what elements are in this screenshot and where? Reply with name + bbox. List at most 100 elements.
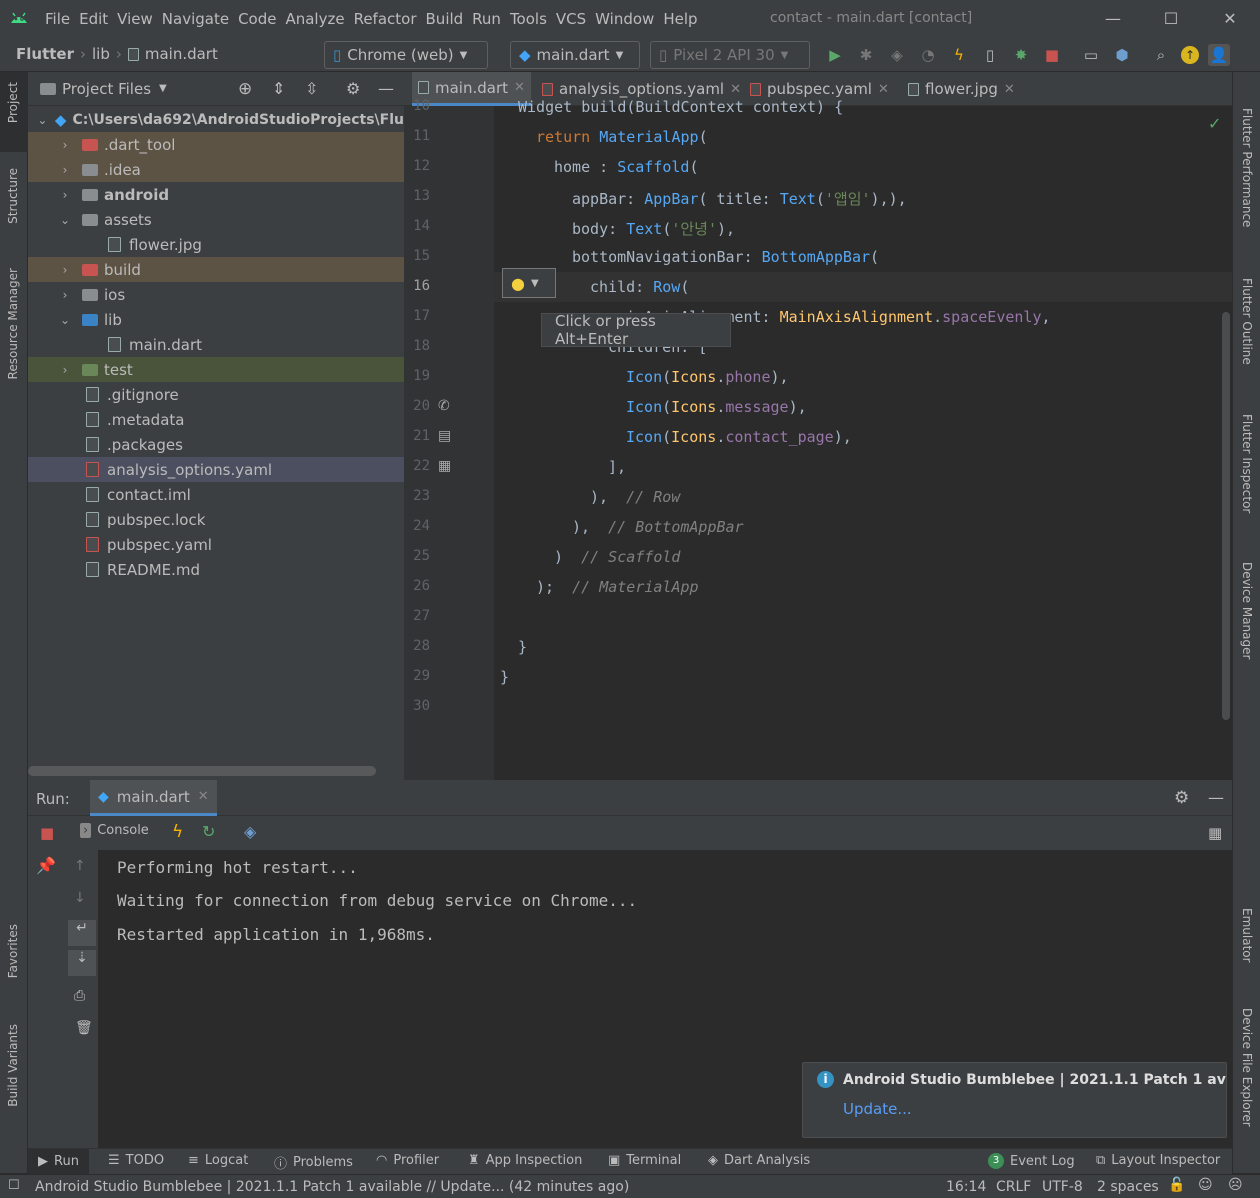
up-arrow-icon[interactable]: ↑ (74, 858, 86, 874)
terminal-tool-tab[interactable]: ▣ Terminal (608, 1153, 681, 1168)
trash-icon[interactable]: 🗑 (75, 1020, 93, 1036)
expand-all-icon[interactable]: ⇕ (272, 79, 285, 98)
layout-inspector-tool-tab[interactable]: ⧉ Layout Inspector (1096, 1153, 1220, 1168)
tree-item-ios[interactable]: › ios (28, 282, 404, 307)
maximize-icon[interactable]: ☐ (1158, 6, 1184, 32)
event-log-tool-tab[interactable]: 3 Event Log (988, 1153, 1075, 1169)
hide-icon[interactable]: — (378, 79, 394, 98)
tree-item-build[interactable]: › build (28, 257, 404, 282)
update-icon[interactable]: ↑ (1181, 46, 1199, 64)
hide-icon[interactable]: — (1208, 788, 1224, 807)
menu-file[interactable]: File (44, 10, 78, 28)
tree-item-flower-jpg[interactable]: flower.jpg (28, 232, 404, 257)
hot-reload-icon[interactable]: ϟ (948, 44, 970, 66)
smile-icon[interactable]: ☺ (1198, 1177, 1213, 1193)
dart-analysis-tool-tab[interactable]: ◈ Dart Analysis (708, 1153, 810, 1168)
breadcrumb-lib[interactable]: lib (92, 45, 110, 63)
tree-item-lib[interactable]: ⌄ lib (28, 307, 404, 332)
todo-tool-tab[interactable]: ☰ TODO (108, 1153, 164, 1168)
tree-item-analysis-options[interactable]: analysis_options.yaml (28, 457, 404, 482)
device-manager-tool-tab[interactable]: Device Manager (1240, 562, 1254, 659)
problems-tool-tab[interactable]: ⓘ Problems (274, 1153, 353, 1172)
profile-icon[interactable]: ◔ (917, 44, 939, 66)
app-inspection-tool-tab[interactable]: ♜ App Inspection (468, 1153, 582, 1168)
collapse-all-icon[interactable]: ⇳ (305, 79, 318, 98)
status-message[interactable]: Android Studio Bumblebee | 2021.1.1 Patc… (35, 1179, 629, 1195)
locate-icon[interactable]: ⊕ (238, 79, 252, 99)
debug-icon[interactable]: ✱ (855, 44, 877, 66)
code-area[interactable]: Widget build(BuildContext context) { ret… (494, 98, 1232, 780)
tree-item-contact-iml[interactable]: contact.iml (28, 482, 404, 507)
line-separator[interactable]: CRLF (996, 1179, 1031, 1195)
avatar-icon[interactable]: 👤 (1208, 44, 1230, 66)
gear-icon[interactable]: ⚙ (1174, 788, 1189, 808)
minimize-icon[interactable]: — (1100, 6, 1126, 32)
menu-help[interactable]: Help (662, 10, 705, 28)
run-config-selector[interactable]: ◆ main.dart ▼ (510, 41, 640, 69)
tree-item-idea[interactable]: › .idea (28, 157, 404, 182)
run-tool-tab[interactable]: ▶ Run (28, 1149, 89, 1174)
status-panel-icon[interactable]: ☐ (8, 1178, 20, 1193)
device-file-explorer-tool-tab[interactable]: Device File Explorer (1240, 1008, 1254, 1127)
stop-icon[interactable]: ■ (1041, 44, 1063, 66)
print-icon[interactable]: ⎙ (74, 988, 85, 1004)
menu-view[interactable]: View (116, 10, 161, 28)
tree-item-test[interactable]: › test (28, 357, 404, 382)
down-arrow-icon[interactable]: ↓ (74, 890, 86, 906)
menu-window[interactable]: Window (594, 10, 662, 28)
caret-position[interactable]: 16:14 (946, 1179, 986, 1195)
indent-setting[interactable]: 2 spaces (1097, 1179, 1159, 1195)
tree-item-readme[interactable]: README.md (28, 557, 404, 582)
tree-item-android[interactable]: › android (28, 182, 404, 207)
menu-run[interactable]: Run (471, 10, 509, 28)
soft-wrap-icon[interactable]: ↵ (68, 920, 96, 946)
tree-item-gitignore[interactable]: .gitignore (28, 382, 404, 407)
profiler-tool-tab[interactable]: ◠ Profiler (376, 1153, 439, 1168)
hot-restart-icon[interactable]: ✸ (1010, 44, 1032, 66)
console-tab[interactable]: › Console (80, 823, 149, 838)
close-tab-icon[interactable]: ✕ (198, 789, 209, 804)
sdk-manager-icon[interactable]: ⬢ (1111, 44, 1133, 66)
menu-vcs[interactable]: VCS (555, 10, 594, 28)
favorites-tool-tab[interactable]: Favorites (6, 924, 20, 978)
flutter-attach-icon[interactable]: ▯ (979, 44, 1001, 66)
tree-item-metadata[interactable]: .metadata (28, 407, 404, 432)
menu-tools[interactable]: Tools (509, 10, 555, 28)
build-variants-tool-tab[interactable]: Build Variants (6, 1024, 20, 1107)
coverage-icon[interactable]: ◈ (886, 44, 908, 66)
update-link[interactable]: Update... (843, 1100, 912, 1118)
sad-icon[interactable]: ☹ (1228, 1177, 1243, 1193)
tree-item-main-dart[interactable]: main.dart (28, 332, 404, 357)
tab-flower-jpg[interactable]: flower.jpg ✕ (902, 72, 1021, 106)
close-tab-icon[interactable]: ✕ (1004, 82, 1015, 97)
device-manager-icon[interactable]: ▭ (1080, 44, 1102, 66)
vertical-scrollbar[interactable] (1222, 312, 1230, 720)
project-view-selector[interactable]: Project Files (62, 80, 151, 98)
horizontal-scrollbar[interactable] (28, 766, 376, 776)
menu-analyze[interactable]: Analyze (284, 10, 352, 28)
search-icon[interactable]: ⌕ (1150, 44, 1172, 66)
avd-selector[interactable]: ▯ Pixel 2 API 30 ▼ (650, 41, 810, 69)
resource-manager-tool-tab[interactable]: Resource Manager (6, 268, 20, 379)
close-tab-icon[interactable]: ✕ (878, 82, 889, 97)
close-window-icon[interactable]: ✕ (1217, 6, 1243, 32)
breadcrumb-project[interactable]: Flutter (16, 45, 74, 63)
file-encoding[interactable]: UTF-8 (1042, 1179, 1083, 1195)
menu-navigate[interactable]: Navigate (161, 10, 237, 28)
project-tool-tab[interactable]: Project (6, 82, 20, 123)
dart-devtools-icon[interactable]: ◈ (244, 822, 256, 841)
close-tab-icon[interactable]: ✕ (514, 80, 525, 95)
flutter-outline-tool-tab[interactable]: Flutter Outline (1240, 278, 1254, 365)
structure-tool-tab[interactable]: Structure (6, 168, 20, 224)
tree-item-dart-tool[interactable]: › .dart_tool (28, 132, 404, 157)
tree-item-assets[interactable]: ⌄ assets (28, 207, 404, 232)
run-tab-main-dart[interactable]: ◆ main.dart ✕ (90, 780, 217, 816)
gear-icon[interactable]: ⚙ (346, 79, 360, 98)
emulator-tool-tab[interactable]: Emulator (1240, 908, 1254, 963)
lock-icon[interactable]: 🔓 (1168, 1177, 1185, 1193)
run-icon[interactable]: ▶ (824, 44, 846, 66)
logcat-tool-tab[interactable]: ≡ Logcat (188, 1153, 248, 1168)
tree-item-pubspec-lock[interactable]: pubspec.lock (28, 507, 404, 532)
hot-restart-icon[interactable]: ↻ (202, 822, 215, 841)
menu-edit[interactable]: Edit (78, 10, 116, 28)
